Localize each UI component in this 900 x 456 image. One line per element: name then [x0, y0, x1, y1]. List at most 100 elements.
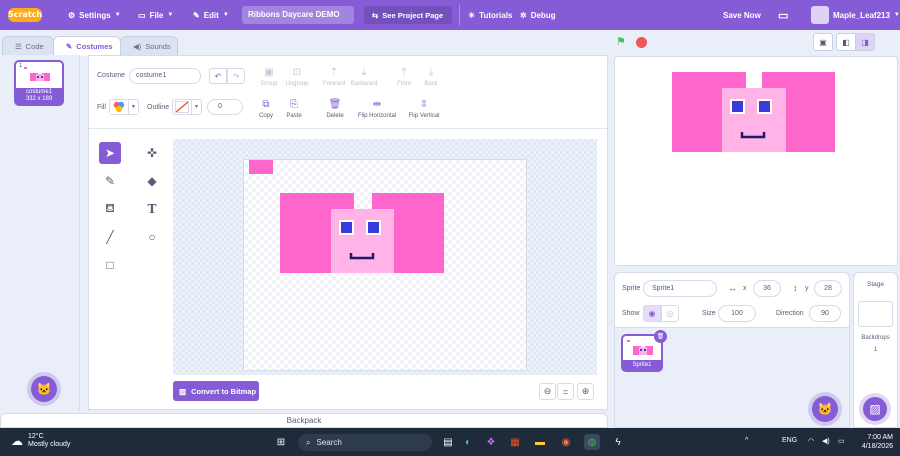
stage-sprite[interactable] [615, 57, 897, 265]
file-explorer-icon[interactable]: ▬ [532, 434, 548, 450]
small-stage-button[interactable]: ◧ [836, 33, 856, 51]
store-icon[interactable]: ▦ [507, 434, 523, 450]
task-view-icon[interactable]: ▤ [440, 434, 456, 450]
choose-costume-button[interactable]: 🐱 [31, 376, 57, 402]
taskbar-search[interactable]: ⌕ Search [298, 434, 432, 451]
settings-menu[interactable]: ⚙ Settings ▼ [68, 0, 121, 30]
tab-sounds[interactable]: ◀) Sounds [120, 36, 178, 55]
outline-color-picker[interactable]: ▼ [172, 99, 202, 115]
sprite-tile[interactable]: Sprite1 🗑 [621, 330, 667, 372]
back-button[interactable]: ⤓ Back [421, 66, 441, 88]
front-button[interactable]: ⤒ Front [393, 66, 415, 88]
undo-button[interactable]: ↶ [209, 68, 227, 84]
brush-tool[interactable]: ✎ [99, 170, 121, 192]
flip-vertical-button[interactable]: ⇳ Flip Vertical [405, 98, 443, 120]
forward-button[interactable]: ⇡ Forward [321, 66, 347, 88]
windows-start-icon[interactable]: ⊞ [273, 434, 289, 450]
green-flag-icon[interactable]: ⚑ [616, 36, 629, 48]
arrow-bottom-icon: ⤓ [428, 66, 434, 78]
project-title-input[interactable]: Ribbons Daycare DEMO [242, 6, 354, 24]
arrow-down-icon: ⇣ [359, 66, 369, 78]
tutorials-button[interactable]: ☀ Tutorials [468, 0, 512, 30]
ungroup-button[interactable]: ⊡ Ungroup [282, 66, 312, 88]
avatar[interactable] [811, 6, 829, 24]
backward-button[interactable]: ⇣ Backward [348, 66, 380, 88]
copy-button[interactable]: ⧉ Copy [255, 98, 277, 120]
volume-icon[interactable]: ◀) [822, 437, 830, 445]
copilot-icon[interactable]: ❖ [483, 434, 499, 450]
see-project-page-button[interactable]: ⇆ See Project Page [364, 6, 452, 24]
tab-costumes[interactable]: ✎ Costumes [53, 36, 121, 56]
line-icon: ╱ [106, 230, 114, 244]
reshape-tool[interactable]: ✜ [141, 142, 163, 164]
y-position-input[interactable]: 28 [814, 280, 842, 297]
line-tool[interactable]: ╱ [99, 226, 121, 248]
wifi-icon[interactable]: ◠ [808, 437, 814, 445]
sprite-name-input[interactable]: Sprite1 [643, 280, 717, 297]
canvas-area[interactable] [173, 139, 597, 375]
fullscreen-button[interactable]: ▣ [813, 33, 833, 51]
weather-widget[interactable]: ☁ 12°C Mostly cloudy [11, 433, 70, 449]
choose-backdrop-button[interactable]: ▨ [863, 397, 887, 421]
chevron-down-icon: ▼ [191, 100, 201, 114]
stop-icon[interactable] [636, 37, 647, 48]
fill-tool[interactable]: ⛾ [99, 198, 121, 220]
choose-sprite-button[interactable]: 🐱 [812, 396, 838, 422]
language-indicator[interactable]: ENG [782, 437, 797, 444]
costume-tile[interactable]: 1 costume1 332 x 189 [14, 60, 64, 106]
drawing-canvas[interactable] [243, 159, 527, 371]
settings-label: Settings [79, 10, 111, 20]
text-tool[interactable]: T [141, 198, 163, 220]
save-now-label: Save Now [723, 10, 761, 20]
firefox-icon[interactable]: ◉ [558, 434, 574, 450]
battery-icon[interactable]: ▭ [838, 437, 845, 445]
debug-button[interactable]: ✲ Debug [520, 0, 556, 30]
large-stage-button[interactable]: ◨ [855, 33, 875, 51]
tab-code[interactable]: ☰ Code [2, 36, 54, 55]
edit-menu[interactable]: ✎ Edit ▼ [193, 0, 229, 30]
paste-button[interactable]: ⎘ Paste [282, 98, 306, 120]
eraser-tool[interactable]: ◆ [141, 170, 163, 192]
save-now-button[interactable]: Save Now [723, 0, 761, 30]
chevron-down-icon: ▼ [893, 12, 900, 18]
app-icon[interactable]: ϟ [610, 434, 626, 450]
account-menu[interactable]: Maple_Leaf213 ▼ [833, 0, 900, 30]
scratch-logo[interactable]: Scratch [8, 8, 42, 22]
costume-name-input[interactable]: costume1 [129, 68, 201, 84]
zoom-out-button[interactable]: ⊖ [539, 383, 556, 400]
file-menu[interactable]: ▭ File ▼ [138, 0, 173, 30]
zoom-in-icon: ⊕ [581, 386, 590, 396]
edge-icon[interactable]: ◐ [460, 434, 476, 450]
show-sprite-button[interactable]: ◉ [643, 305, 661, 322]
backpack[interactable]: Backpack [0, 413, 608, 428]
stage-selector[interactable]: Stage Backdrops 1 ▨ [853, 272, 898, 428]
zoom-reset-button[interactable]: = [557, 383, 574, 400]
group-button[interactable]: ▣ Group [255, 66, 283, 88]
outline-width-input[interactable]: 0 [207, 99, 243, 115]
direction-input[interactable]: 90 [809, 305, 841, 322]
delete-button[interactable]: 🗑 Delete [323, 98, 347, 120]
my-stuff-folder-icon[interactable]: ▭ [778, 0, 788, 30]
hide-sprite-button[interactable]: ◎ [661, 305, 679, 322]
x-position-input[interactable]: 36 [753, 280, 781, 297]
delete-sprite-button[interactable]: 🗑 [654, 330, 667, 343]
size-input[interactable]: 100 [718, 305, 756, 322]
circle-tool[interactable]: ○ [141, 226, 163, 248]
image-icon: ▨ [179, 386, 187, 396]
fill-color-picker[interactable]: ▼ [109, 99, 139, 115]
stage[interactable] [614, 56, 898, 266]
outline-swatch-graphic [175, 101, 189, 113]
flip-horizontal-button[interactable]: ⇹ Flip Horizontal [351, 98, 403, 120]
large-stage-icon: ◨ [861, 37, 869, 47]
clock[interactable]: 7:00 AM 4/18/2026 [857, 433, 893, 451]
chevron-up-icon[interactable]: ^ [745, 437, 748, 444]
select-tool[interactable]: ➤ [99, 142, 121, 164]
rectangle-tool[interactable]: □ [99, 254, 121, 276]
costume-artwork[interactable] [244, 160, 526, 370]
costume-label: costume1 332 x 189 [16, 88, 62, 104]
convert-to-bitmap-button[interactable]: ▨ Convert to Bitmap [173, 381, 259, 401]
flip-horizontal-icon: ⇹ [372, 98, 382, 110]
redo-button[interactable]: ↷ [227, 68, 245, 84]
zoom-in-button[interactable]: ⊕ [577, 383, 594, 400]
chrome-icon[interactable]: ◍ [584, 434, 600, 450]
